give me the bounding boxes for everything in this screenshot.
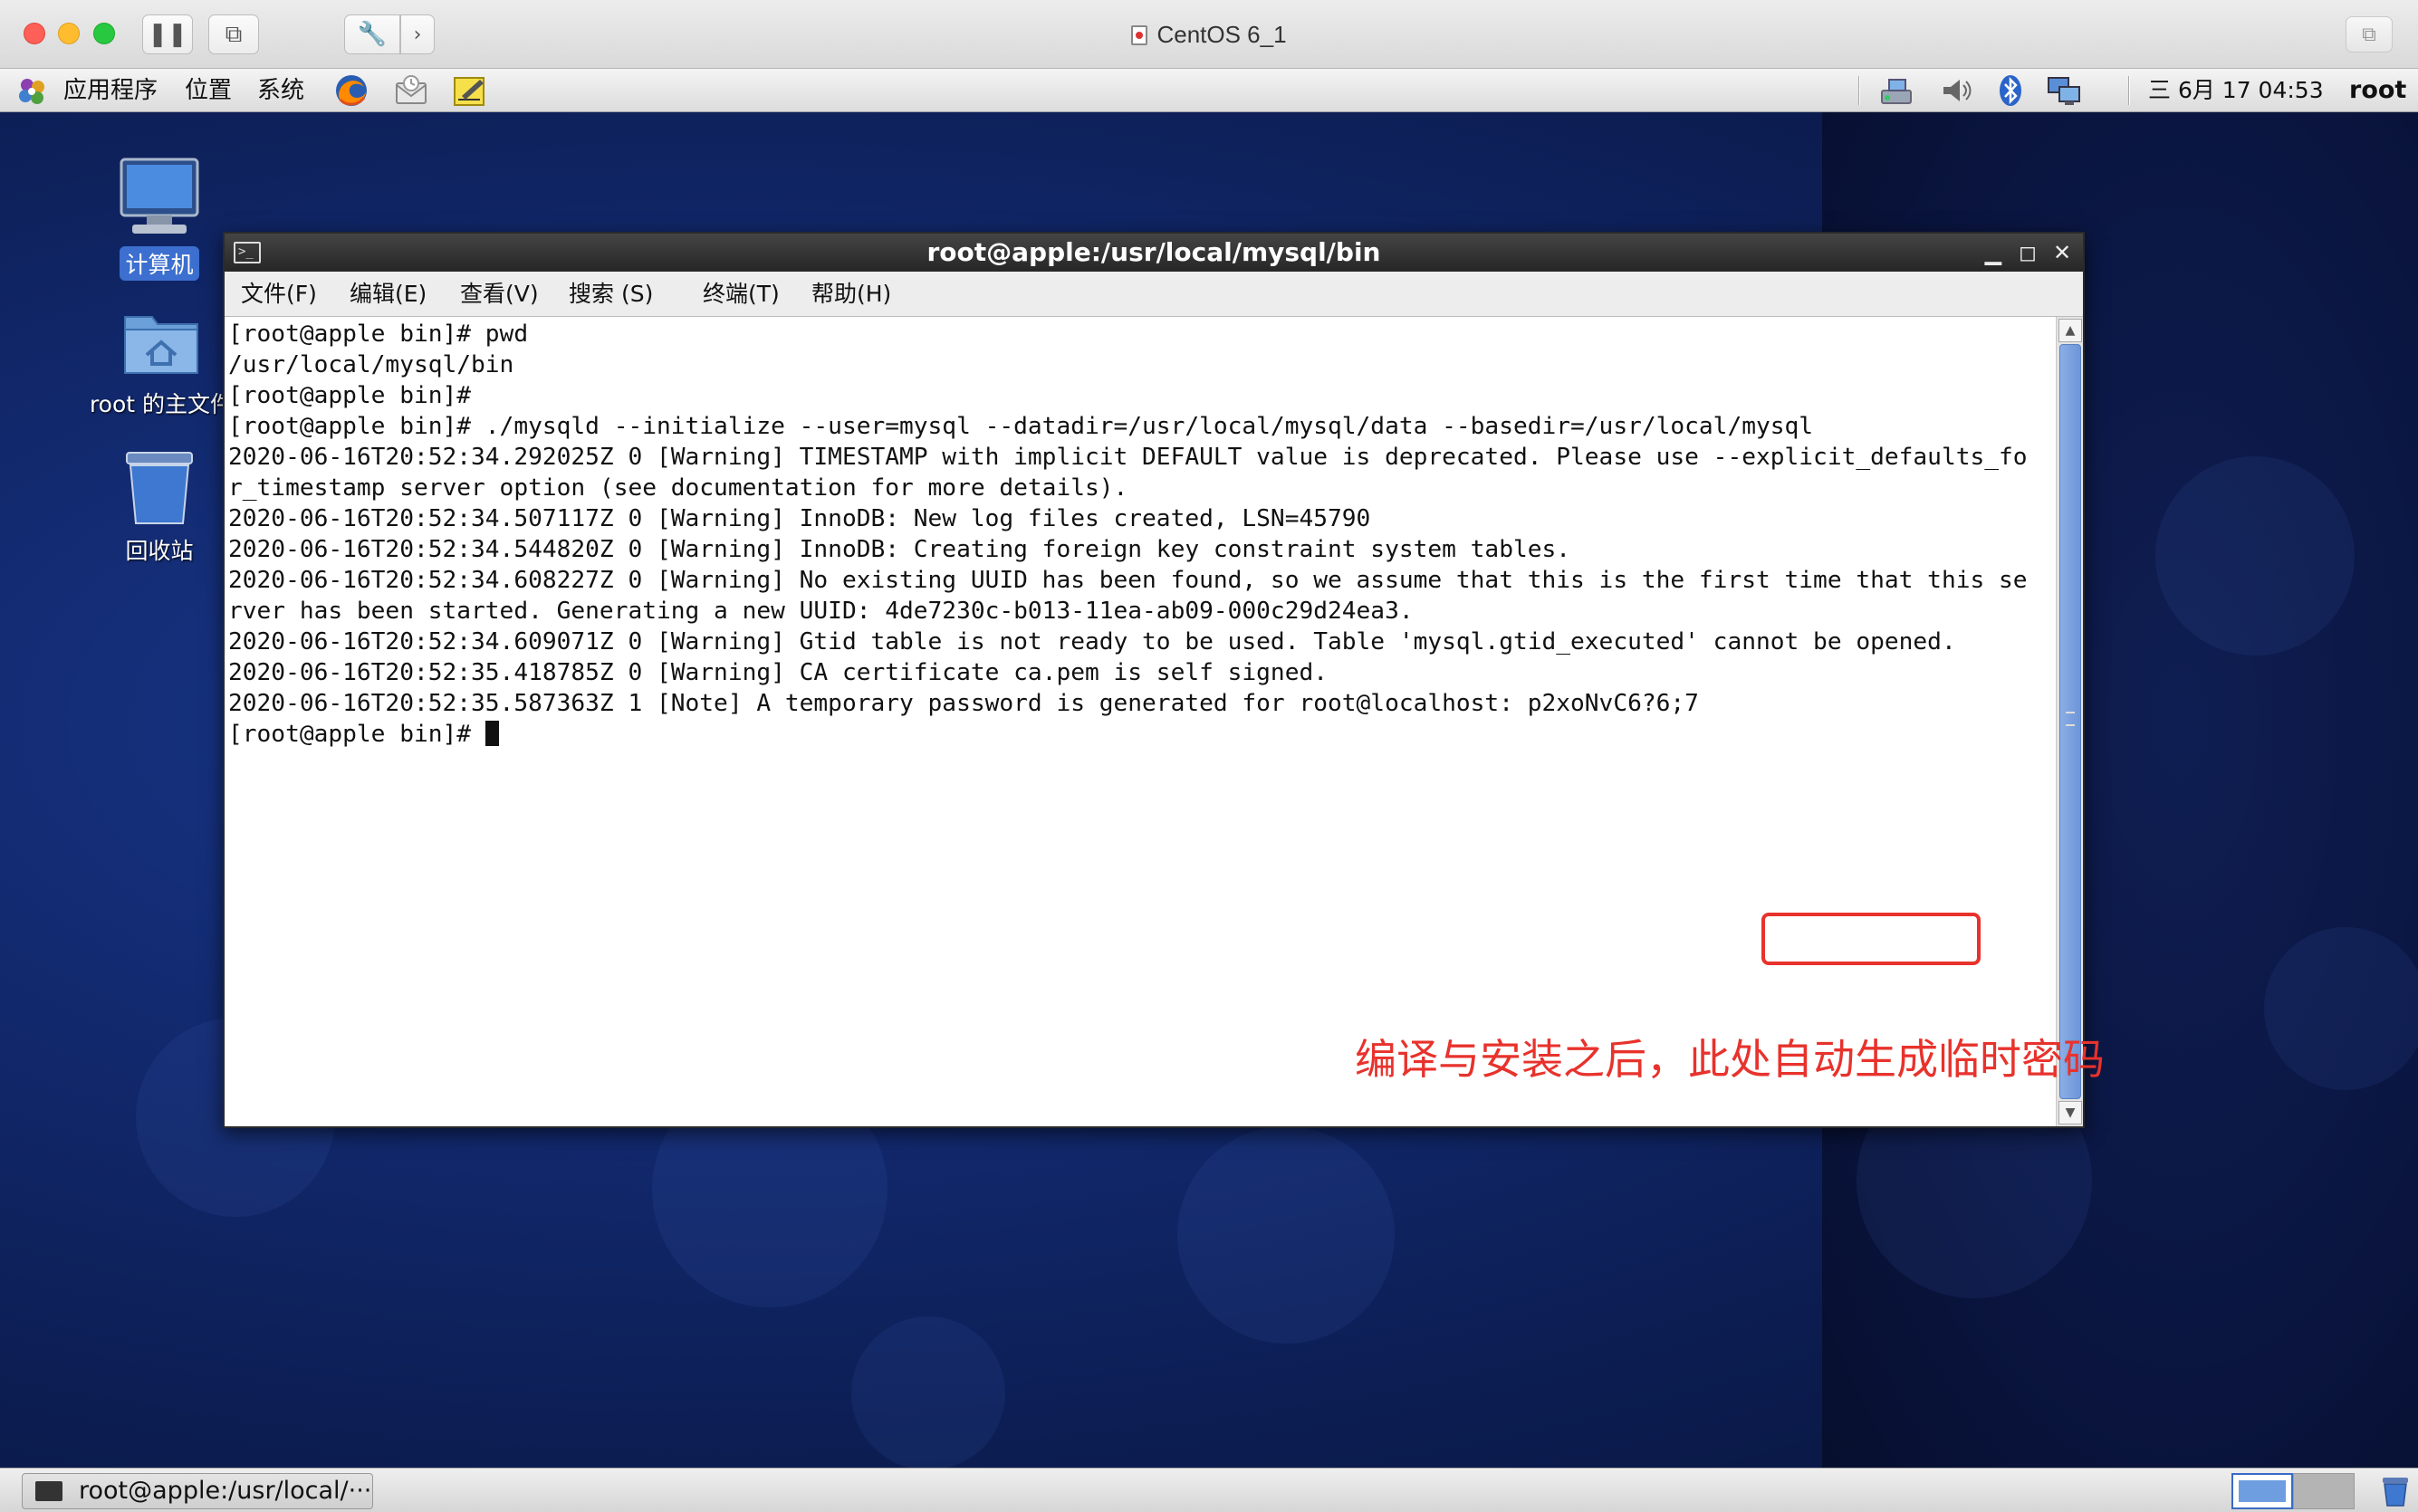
menu-help[interactable]: 帮助(H): [811, 272, 891, 317]
terminal-line: [root@apple bin]# pwd: [228, 321, 529, 348]
mail-client-icon[interactable]: [391, 72, 431, 109]
desktop-icon-label: 计算机: [120, 246, 199, 281]
terminal-line: 2020-06-16T20:52:34.608227Z 0 [Warning] …: [228, 567, 2028, 594]
panel-menu-system[interactable]: 系统: [257, 69, 304, 112]
desktop-icon-trash[interactable]: 回收站: [87, 445, 232, 567]
workspace-switcher-2[interactable]: [2293, 1473, 2355, 1509]
fullscreen-button[interactable]: ⧉: [2346, 16, 2393, 53]
panel-menu-applications[interactable]: 应用程序: [63, 69, 158, 112]
terminal-output[interactable]: [root@apple bin]# pwd /usr/local/mysql/b…: [225, 317, 2056, 1126]
terminal-icon: [35, 1481, 62, 1501]
chevron-right-icon: ›: [413, 23, 422, 46]
terminal-line: [root@apple bin]# ./mysqld --initialize …: [228, 413, 1814, 440]
desktop-icon-computer[interactable]: 计算机: [87, 156, 232, 281]
terminal-line: 2020-06-16T20:52:34.507117Z 0 [Warning] …: [228, 505, 1371, 532]
terminal-menubar: 文件(F) 编辑(E) 查看(V) 搜索 (S) 终端(T) 帮助(H): [225, 272, 2083, 317]
terminal-line: /usr/local/mysql/bin: [228, 351, 514, 378]
terminal-cursor: [485, 721, 499, 746]
background-bokeh: [1177, 1126, 1395, 1344]
terminal-line: [root@apple bin]#: [228, 382, 472, 409]
menu-view[interactable]: 查看(V): [460, 272, 539, 317]
taskbar-item-label: root@apple:/usr/local/···: [79, 1477, 372, 1505]
more-tools-button[interactable]: ›: [400, 14, 435, 54]
background-bokeh: [2264, 927, 2418, 1090]
panel-separator: [2128, 76, 2130, 105]
grip-icon: [2066, 712, 2075, 726]
snapshot-button[interactable]: ⧉: [208, 14, 259, 54]
terminal-line: 2020-06-16T20:52:34.609071Z 0 [Warning] …: [228, 628, 1956, 656]
terminal-prompt-line[interactable]: [root@apple bin]#: [228, 719, 2056, 750]
terminal-line: 2020-06-16T20:52:34.544820Z 0 [Warning] …: [228, 536, 1571, 563]
text-editor-icon[interactable]: [449, 72, 489, 109]
menu-file[interactable]: 文件(F): [241, 272, 317, 317]
background-bokeh: [2155, 456, 2355, 656]
terminal-minimize-button[interactable]: ▁: [1978, 234, 2009, 272]
terminal-close-button[interactable]: ✕: [2047, 234, 2077, 272]
terminal-title: root@apple:/usr/local/mysql/bin: [926, 237, 1381, 267]
vm-document-icon: [1131, 25, 1148, 45]
vm-window-title: CentOS 6_1: [1156, 21, 1287, 48]
terminal-line: 2020-06-16T20:52:34.292025Z 0 [Warning] …: [228, 444, 2028, 471]
menu-terminal[interactable]: 终端(T): [703, 272, 780, 317]
background-bokeh: [851, 1316, 1005, 1468]
scroll-down-button[interactable]: ▼: [2058, 1101, 2082, 1124]
terminal-maximize-button[interactable]: ◻: [2012, 234, 2043, 272]
scroll-up-button[interactable]: ▲: [2058, 319, 2082, 342]
terminal-line: r_timestamp server option (see documenta…: [228, 474, 1128, 502]
pause-icon: ❚❚: [148, 21, 187, 48]
wrench-icon: 🔧: [357, 21, 388, 48]
trash-icon: [126, 452, 193, 524]
bottom-taskbar: root@apple:/usr/local/···: [0, 1468, 2418, 1512]
vm-window-titlebar: CentOS 6_1 ❚❚ ⧉ 🔧 › ⧉: [0, 0, 2418, 69]
workspace-switcher-1[interactable]: [2231, 1473, 2293, 1509]
terminal-line: 2020-06-16T20:52:35.418785Z 0 [Warning] …: [228, 659, 1328, 686]
panel-clock[interactable]: 三 6月 17 04:53: [2148, 69, 2324, 112]
volume-icon[interactable]: [1936, 72, 1976, 109]
trash-icon[interactable]: [2378, 1474, 2413, 1508]
taskbar-terminal-button[interactable]: root@apple:/usr/local/···: [22, 1473, 373, 1509]
panel-menu-places[interactable]: 位置: [185, 69, 232, 112]
terminal-scrollbar[interactable]: ▲ ▼: [2056, 317, 2083, 1126]
applications-menu-icon[interactable]: [14, 76, 51, 107]
network-icon[interactable]: [1876, 72, 1916, 109]
desktop-icon-label: root 的主文件: [89, 391, 234, 417]
scrollbar-thumb[interactable]: [2059, 344, 2081, 1099]
computer-icon: [120, 158, 199, 234]
panel-separator: [1858, 76, 1860, 105]
display-icon[interactable]: [2045, 72, 2085, 109]
terminal-window[interactable]: >_ root@apple:/usr/local/mysql/bin ▁ ◻ ✕…: [223, 232, 2105, 1128]
annotation-text: 编译与安装之后，此处自动生成临时密码: [1355, 1035, 2105, 1084]
home-folder-icon: [124, 316, 198, 374]
menu-edit[interactable]: 编辑(E): [350, 272, 427, 317]
restore-icon: ⧉: [2362, 23, 2376, 46]
terminal-line: rver has been started. Generating a new …: [228, 598, 1414, 625]
workspace-window-preview: [2239, 1480, 2286, 1502]
settings-button[interactable]: 🔧: [344, 14, 400, 54]
password-highlight-box: [1761, 913, 1981, 965]
desktop-icon-label: 回收站: [125, 538, 194, 564]
bluetooth-icon[interactable]: [1991, 72, 2030, 109]
panel-user-menu[interactable]: root: [2349, 69, 2406, 112]
snapshot-icon: ⧉: [225, 20, 243, 48]
terminal-line-password: 2020-06-16T20:52:35.587363Z 1 [Note] A t…: [228, 690, 1699, 717]
menu-search[interactable]: 搜索 (S): [569, 272, 653, 317]
terminal-titlebar[interactable]: >_ root@apple:/usr/local/mysql/bin ▁ ◻ ✕: [225, 234, 2083, 272]
terminal-prompt: [root@apple bin]#: [228, 721, 485, 748]
pause-vm-button[interactable]: ❚❚: [142, 14, 193, 54]
gnome-top-panel: 应用程序 位置 系统 三 6月 17 04:53 root: [0, 69, 2418, 112]
firefox-icon[interactable]: [331, 72, 371, 109]
